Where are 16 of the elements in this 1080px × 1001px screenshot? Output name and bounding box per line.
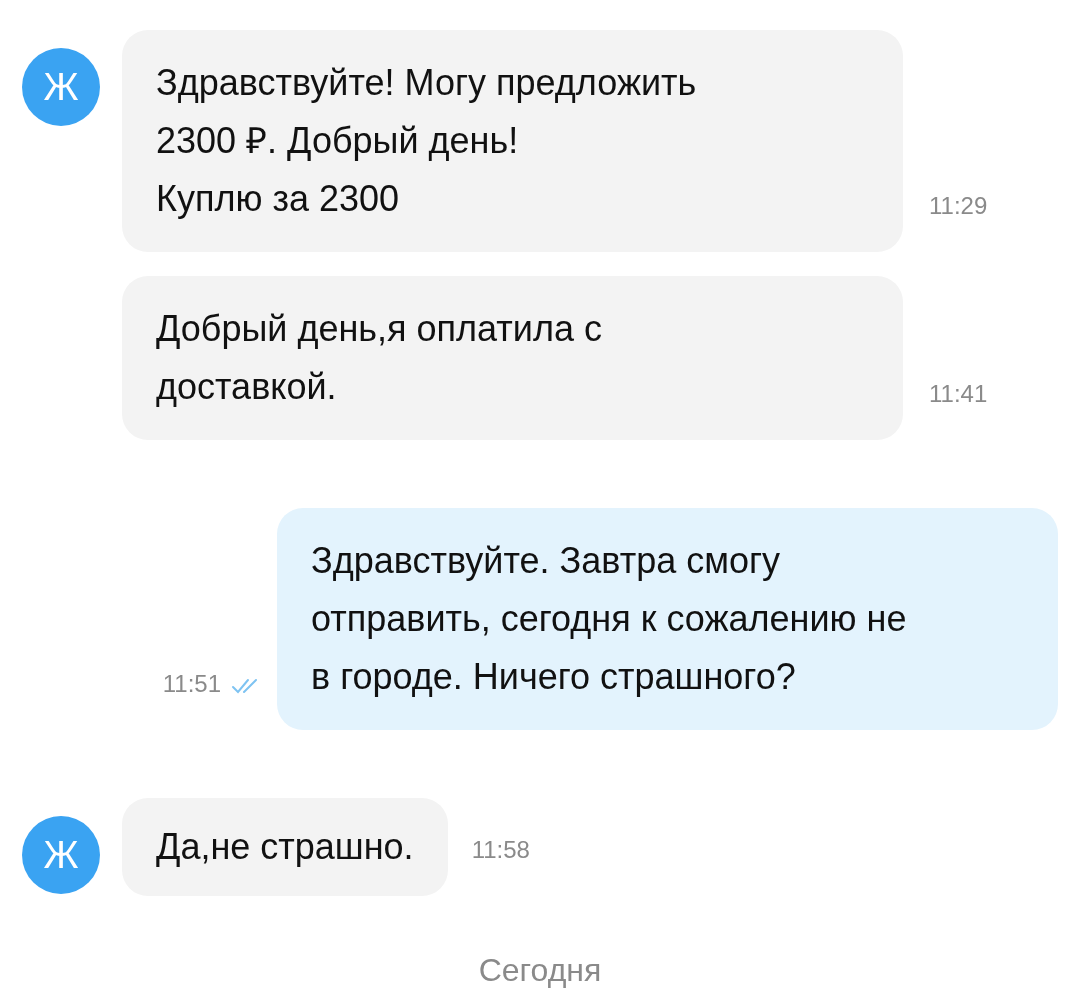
avatar[interactable]: Ж [22,816,100,894]
date-separator: Сегодня [478,951,602,990]
message-text: Здравствуйте! Могу предложить [156,61,697,105]
message-time: 11:58 [471,835,530,865]
message-text: отправить, сегодня к сожалению не [311,597,907,641]
message-text: Да,не страшно. [156,825,414,869]
message-text: 2300 ₽. Добрый день! [156,119,519,163]
avatar[interactable]: Ж [22,48,100,126]
message-text: доставкой. [156,365,337,409]
message-text: Добрый день,я оплатила с [156,307,602,351]
message-time: 11:41 [929,379,988,409]
message-text: Здравствуйте. Завтра смогу [311,539,781,583]
message-time: 11:51 [162,669,221,699]
message-text: в городе. Ничего страшного? [311,655,796,699]
message-text: Куплю за 2300 [156,177,400,221]
message-time: 11:29 [929,191,988,221]
